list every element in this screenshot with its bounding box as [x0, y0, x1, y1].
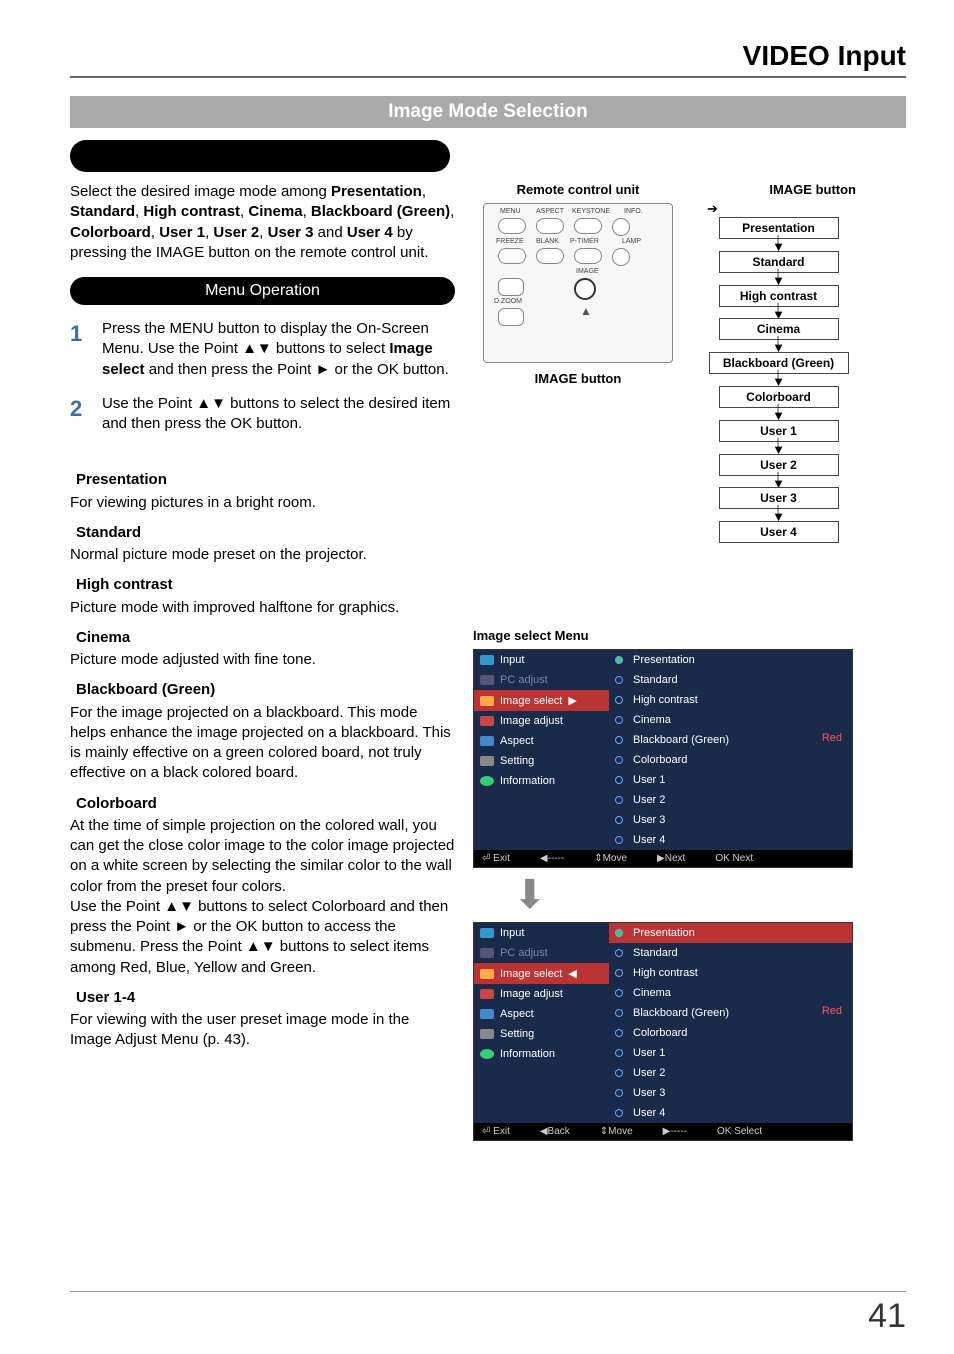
page-footer-line: [70, 1291, 906, 1292]
black-tab: [70, 140, 450, 172]
step-2: 2 Use the Point ▲▼ buttons to select the…: [70, 394, 455, 435]
osd-footer-1: ⏎ Exit ◀----- ⇕Move ▶Next OK Next: [474, 850, 852, 867]
image-button-title: IMAGE button: [701, 182, 856, 197]
down-arrow-icon: ⬇: [513, 872, 683, 918]
pointer-arrow-icon: ▲: [580, 304, 592, 318]
mode-presentation: PresentationFor viewing pictures in a br…: [70, 470, 455, 513]
img-btn-user4: User 4: [719, 521, 839, 543]
image-select-menu-title: Image select Menu: [473, 628, 683, 643]
section-title-bar: Image Mode Selection: [70, 96, 906, 128]
osd-indicator-red-2: Red: [822, 1005, 842, 1017]
osd-menu-2: Input PC adjust Image select◀ Image adju…: [473, 922, 853, 1141]
osd-footer-2: ⏎ Exit ◀Back ⇕Move ▶----- OK Select: [474, 1123, 852, 1140]
remote-title: Remote control unit: [473, 182, 683, 197]
mode-highcontrast: High contrastPicture mode with improved …: [70, 575, 455, 618]
step-1-number: 1: [70, 319, 88, 380]
page-number: 41: [868, 1297, 906, 1336]
mode-blackboard: Blackboard (Green)For the image projecte…: [70, 680, 455, 783]
menu-operation-bar: Menu Operation: [70, 277, 455, 305]
image-button-on-remote: [574, 278, 596, 300]
mode-cinema: CinemaPicture mode adjusted with fine to…: [70, 628, 455, 671]
left-column: Select the desired image mode among Pres…: [70, 182, 455, 1145]
remote-caption: IMAGE button: [473, 371, 683, 386]
image-button-sequence: ➔ Presentation │▼ Standard │▼ High contr…: [701, 201, 856, 543]
mode-colorboard: ColorboardAt the time of simple projecti…: [70, 794, 455, 978]
intro-text: Select the desired image mode among Pres…: [70, 182, 455, 263]
remote-diagram: MENU ASPECT KEYSTONE INFO. FREEZE BLANK …: [483, 203, 673, 363]
mode-user: User 1-4For viewing with the user preset…: [70, 988, 455, 1051]
middle-column: Remote control unit MENU ASPECT KEYSTONE…: [473, 182, 683, 1145]
step-2-number: 2: [70, 394, 88, 435]
osd-menu-1: Input PC adjust Image select▶ Image adju…: [473, 649, 853, 868]
step-1: 1 Press the MENU button to display the O…: [70, 319, 455, 380]
osd-indicator-red: Red: [822, 732, 842, 744]
mode-standard: StandardNormal picture mode preset on th…: [70, 523, 455, 566]
page-header: VIDEO Input: [70, 40, 906, 78]
